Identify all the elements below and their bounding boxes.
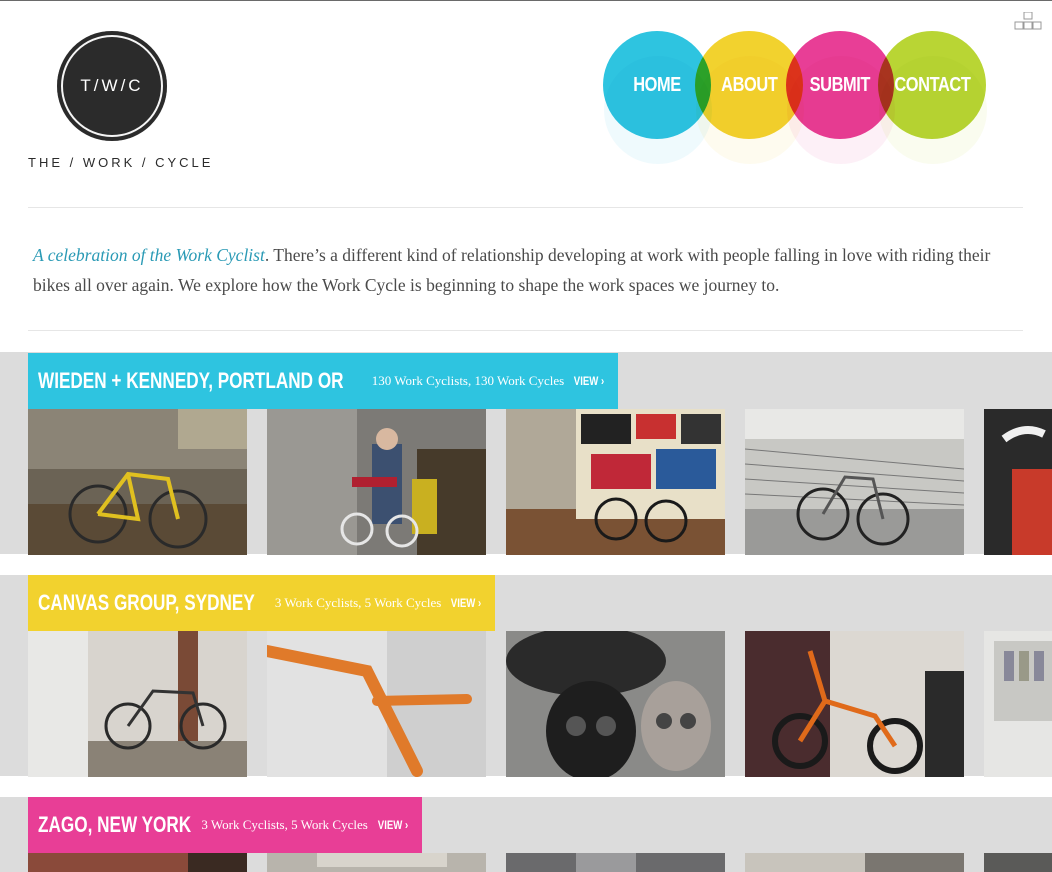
photo-thumbnail[interactable] [506, 853, 725, 872]
nav-home-label[interactable]: HOME [633, 74, 681, 97]
photo-thumbnail[interactable] [506, 631, 725, 777]
intro-lead: A celebration of the Work Cyclist [33, 245, 265, 265]
photo-thumbnail[interactable] [984, 631, 1052, 777]
photo-thumbnail[interactable] [984, 853, 1052, 872]
gallery-counts: 3 Work Cyclists, 5 Work Cycles [274, 595, 442, 610]
top-border [0, 0, 1052, 1]
gallery-counts: 3 Work Cyclists, 5 Work Cycles [201, 817, 368, 832]
divider-bottom [28, 330, 1023, 331]
photo-thumbnail[interactable] [28, 853, 247, 872]
view-link[interactable]: VIEW › [574, 374, 604, 388]
gallery-title[interactable]: WIEDEN + KENNEDY, PORTLAND OR [38, 368, 344, 394]
intro-paragraph: A celebration of the Work Cyclist. There… [33, 240, 993, 300]
photo-thumbnail[interactable] [28, 409, 247, 555]
divider-top [28, 207, 1023, 208]
site-logo[interactable]: T/W/C [57, 31, 167, 141]
keyboard-shortcuts-icon[interactable] [1014, 12, 1042, 30]
nav-submit-label[interactable]: SUBMIT [810, 74, 871, 97]
gallery-title[interactable]: CANVAS GROUP, SYDNEY [38, 590, 255, 616]
view-link[interactable]: VIEW › [451, 596, 481, 610]
photo-thumbnail[interactable] [745, 853, 964, 872]
photo-thumbnail[interactable] [267, 853, 486, 872]
logo-mark: T/W/C [80, 76, 144, 95]
nav-contact[interactable]: CONTACT [878, 31, 986, 139]
view-link[interactable]: VIEW › [378, 818, 408, 832]
photo-thumbnail[interactable] [28, 631, 247, 777]
gallery-header-wieden-kennedy[interactable]: WIEDEN + KENNEDY, PORTLAND OR 130 Work C… [28, 353, 619, 409]
nav-about-label[interactable]: ABOUT [721, 74, 778, 97]
gallery-counts: 130 Work Cyclists, 130 Work Cycles [371, 373, 565, 388]
photo-thumbnail[interactable] [984, 409, 1052, 555]
gallery-title[interactable]: ZAGO, NEW YORK [38, 812, 191, 838]
gallery-header-zago[interactable]: ZAGO, NEW YORK 3 Work Cyclists, 5 Work C… [28, 797, 422, 853]
photo-thumbnail[interactable] [267, 409, 486, 555]
gallery-header-canvas-group[interactable]: CANVAS GROUP, SYDNEY 3 Work Cyclists, 5 … [28, 575, 496, 631]
photo-thumbnail[interactable] [745, 631, 964, 777]
photo-thumbnail[interactable] [745, 409, 964, 555]
photo-thumbnail[interactable] [267, 631, 486, 777]
photo-thumbnail[interactable] [506, 409, 725, 555]
logo-wordmark[interactable]: THE / WORK / CYCLE [28, 155, 213, 170]
nav-contact-label[interactable]: CONTACT [894, 74, 970, 97]
